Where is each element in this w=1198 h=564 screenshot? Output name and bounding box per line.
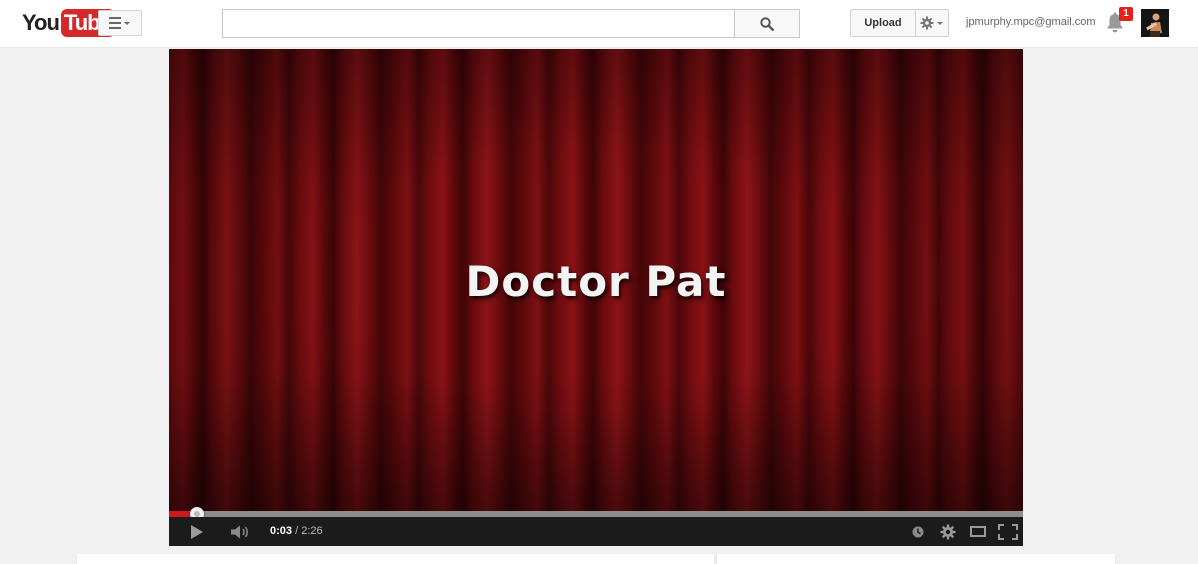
- upload-button[interactable]: Upload: [850, 9, 916, 37]
- video-info-card: [77, 554, 714, 564]
- gear-icon: [920, 16, 943, 30]
- settings-menu-button[interactable]: [935, 517, 961, 546]
- volume-icon: [231, 525, 248, 538]
- video-player[interactable]: Doctor Pat 0:03 / 2:26: [169, 49, 1023, 546]
- volume-button[interactable]: [227, 517, 255, 546]
- clock-icon: [912, 526, 924, 537]
- theater-mode-button[interactable]: [966, 517, 990, 546]
- gear-icon: [940, 524, 956, 539]
- settings-button[interactable]: [915, 9, 949, 37]
- related-videos-card: [717, 554, 1115, 564]
- total-duration: 2:26: [301, 525, 323, 537]
- fullscreen-icon: [998, 523, 1018, 540]
- theater-mode-icon: [970, 526, 986, 537]
- search-icon: [760, 16, 774, 31]
- current-time: 0:03: [270, 525, 293, 537]
- player-controls: 0:03 / 2:26: [169, 517, 1023, 546]
- time-separator: /: [292, 525, 302, 537]
- notification-count-badge[interactable]: 1: [1119, 7, 1133, 21]
- time-display: 0:03 / 2:26: [270, 517, 323, 546]
- guide-button[interactable]: [98, 10, 142, 36]
- avatar[interactable]: [1141, 9, 1169, 37]
- play-icon: [191, 524, 203, 539]
- menu-icon: [109, 17, 130, 29]
- masthead: You Tube Upload jpmurphy.mpc@gmail.com 1: [0, 0, 1198, 48]
- fullscreen-button[interactable]: [995, 517, 1021, 546]
- avatar-image: [1141, 9, 1169, 37]
- search-input[interactable]: [222, 9, 735, 38]
- account-email[interactable]: jpmurphy.mpc@gmail.com: [966, 16, 1096, 28]
- video-title-card: Doctor Pat: [465, 257, 727, 306]
- watch-later-button[interactable]: [906, 517, 930, 546]
- search-button[interactable]: [734, 9, 800, 38]
- logo-you-text: You: [22, 10, 60, 35]
- play-button[interactable]: [183, 517, 211, 546]
